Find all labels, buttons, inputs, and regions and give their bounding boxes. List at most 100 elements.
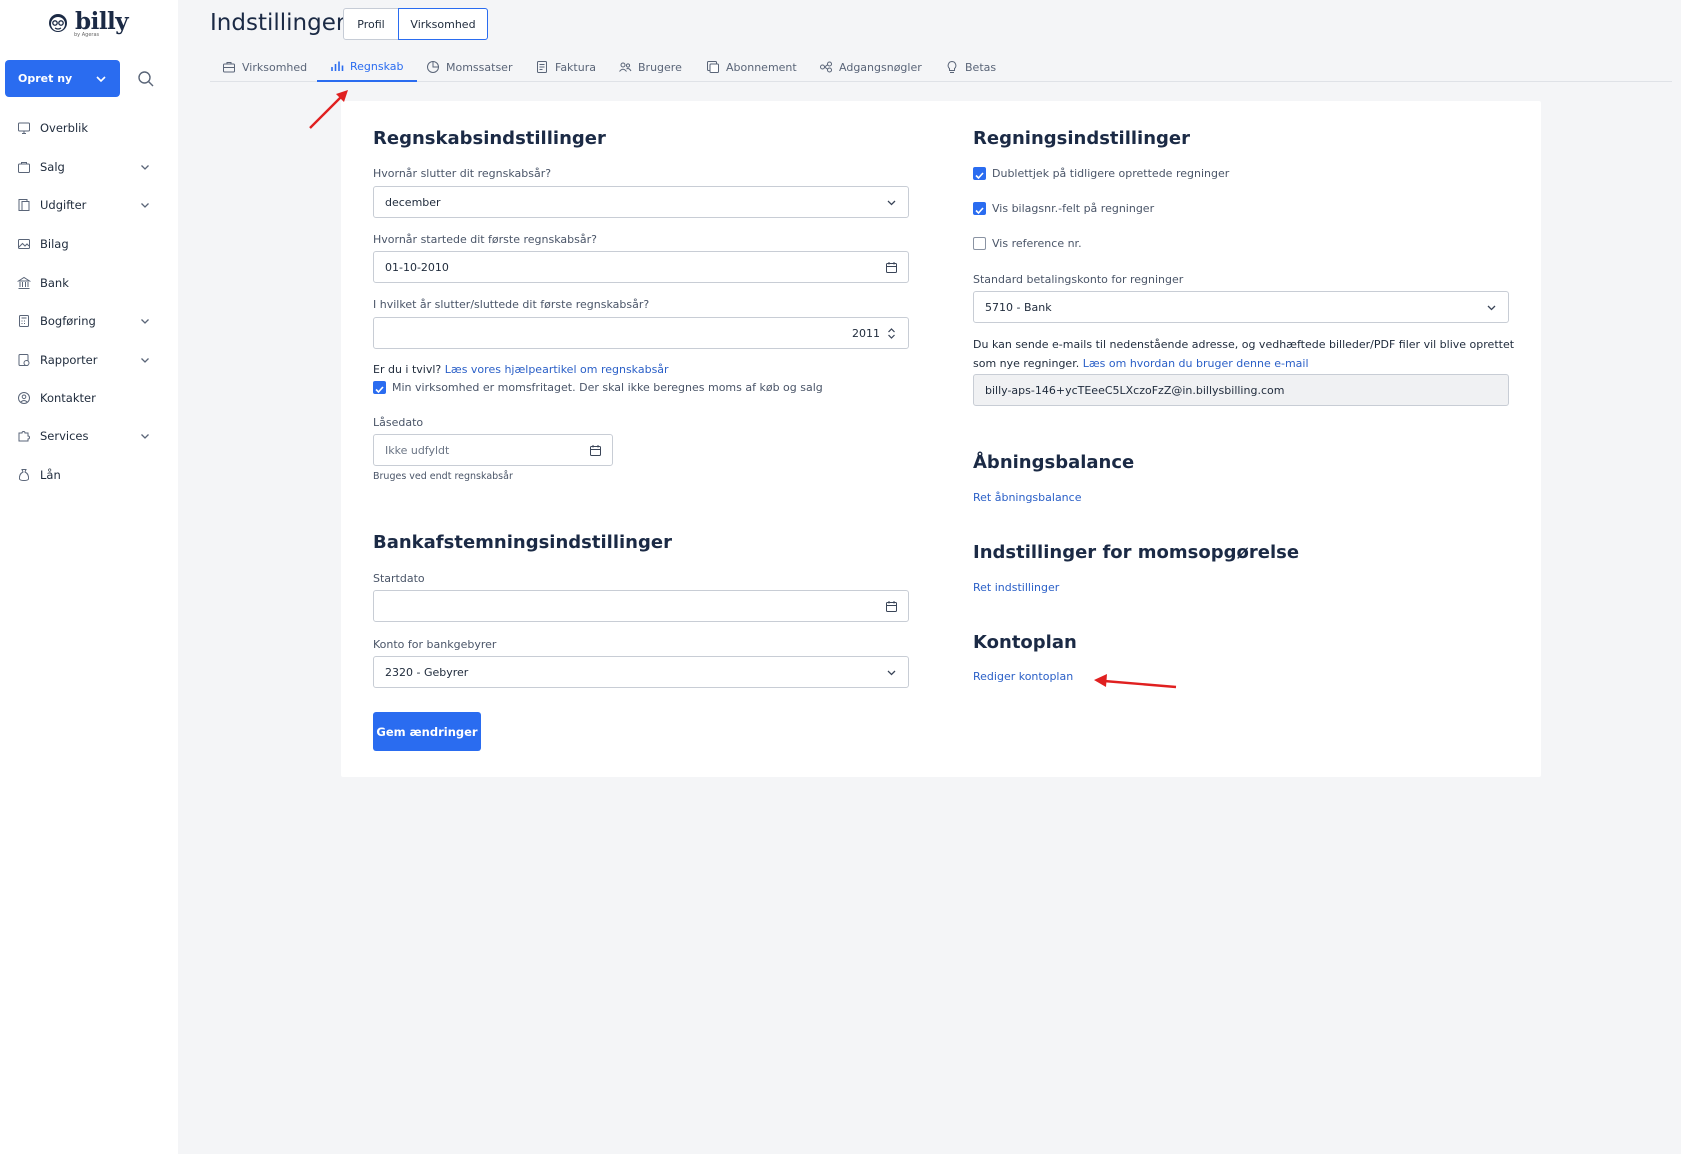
tab-virksomhed[interactable]: Virksomhed: [222, 52, 307, 82]
sidebar-item-label: Overblik: [40, 121, 89, 135]
sidebar-item-udgifter[interactable]: Udgifter: [0, 190, 170, 220]
sidebar-item-bank[interactable]: Bank: [0, 268, 170, 298]
tab-label: Regnskab: [350, 59, 404, 73]
document-icon: [537, 61, 547, 73]
tab-label: Brugere: [638, 60, 682, 74]
lock-date-label: Låsedato: [373, 416, 424, 429]
sidebar-item-rapporter[interactable]: Rapporter: [0, 345, 170, 375]
lock-date-input[interactable]: Ikke udfyldt: [373, 434, 613, 466]
tab-label: Virksomhed: [242, 60, 308, 74]
first-end-label: I hvilket år slutter/sluttede dit første…: [373, 298, 650, 311]
first-start-date-input[interactable]: 01-10-2010: [373, 251, 909, 283]
reference-number-label: Vis reference nr.: [992, 237, 1082, 250]
email-help-link[interactable]: Læs om hvordan du bruger denne e-mail: [1083, 357, 1309, 370]
tab-faktura[interactable]: Faktura: [535, 52, 596, 82]
bulb-icon: [947, 60, 957, 73]
sidebar-item-bogforing[interactable]: Bogføring: [0, 306, 170, 336]
bank-start-date-input[interactable]: [373, 590, 909, 622]
shop-icon: [18, 162, 30, 173]
sidebar-item-label: Kontakter: [40, 391, 96, 405]
receipt-icon: [18, 199, 30, 211]
vat-exempt-label: Min virksomhed er momsfritaget. Der skal…: [392, 381, 823, 394]
chevron-down-icon: [141, 358, 149, 363]
tab-label: Betas: [965, 60, 997, 74]
users-icon: [619, 62, 632, 72]
chart-of-accounts-title: Kontoplan: [973, 632, 1077, 653]
calendar-icon[interactable]: [885, 600, 898, 613]
doubt-text: Er du i tvivl?: [373, 363, 442, 376]
help-article-link[interactable]: Læs vores hjælpeartikel om regnskabsår: [445, 363, 669, 376]
sidebar-item-salg[interactable]: Salg: [0, 152, 170, 182]
vat-exempt-checkbox[interactable]: [373, 381, 386, 394]
sidebar-item-laan[interactable]: Lån: [0, 460, 170, 490]
tab-label: Faktura: [555, 60, 596, 74]
edit-chart-of-accounts-link[interactable]: Rediger kontoplan: [973, 670, 1073, 683]
duplicate-check-checkbox[interactable]: [973, 167, 986, 180]
logo-text: billy: [75, 8, 129, 35]
tab-regnskab[interactable]: Regnskab: [317, 52, 417, 82]
stepper-arrows-icon[interactable]: [885, 327, 898, 340]
bank-icon: [17, 276, 31, 289]
chevron-down-icon: [141, 165, 149, 170]
email-info-text: som nye regninger.: [973, 357, 1080, 370]
voucher-number-label: Vis bilagsnr.-felt på regninger: [992, 202, 1155, 215]
edit-opening-balance-link[interactable]: Ret åbningsbalance: [973, 491, 1081, 504]
check-icon: [375, 386, 384, 394]
sidebar-item-kontakter[interactable]: Kontakter: [0, 383, 170, 413]
create-new-label: Opret ny: [18, 72, 73, 85]
edit-vat-settings-link[interactable]: Ret indstillinger: [973, 581, 1059, 594]
calendar-icon[interactable]: [885, 261, 898, 274]
tab-betas[interactable]: Betas: [945, 52, 996, 82]
save-button[interactable]: Gem ændringer: [373, 712, 481, 751]
chevron-down-icon: [1487, 305, 1496, 311]
first-end-value: 2011: [852, 326, 880, 340]
year-end-value: december: [385, 195, 441, 209]
bank-fee-label: Konto for bankgebyrer: [373, 638, 497, 651]
bar-chart-icon: [331, 61, 344, 71]
sidebar-item-label: Udgifter: [40, 198, 87, 212]
vat-report-settings-title: Indstillinger for momsopgørelse: [973, 542, 1300, 563]
search-icon[interactable]: [137, 70, 155, 88]
sidebar-item-label: Bank: [40, 276, 69, 290]
chevron-down-icon: [141, 319, 149, 324]
tab-abonnement[interactable]: Abonnement: [706, 52, 797, 82]
key-icon: [820, 61, 832, 73]
sidebar-item-label: Rapporter: [40, 353, 98, 367]
segment-profil[interactable]: Profil: [343, 8, 399, 40]
sidebar-item-services[interactable]: Services: [0, 421, 170, 451]
tab-label: Adgangsnøgler: [839, 60, 922, 74]
sidebar-item-label: Salg: [40, 160, 65, 174]
bank-fee-select[interactable]: 2320 - Gebyrer: [373, 656, 909, 688]
sidebar-item-overblik[interactable]: Overblik: [0, 113, 170, 143]
voucher-number-checkbox[interactable]: [973, 202, 986, 215]
chevron-down-icon: [96, 75, 106, 82]
annotation-arrow-tab: [309, 90, 348, 129]
sidebar-item-label: Services: [40, 429, 89, 443]
logo-subtitle: by Ageras: [74, 32, 100, 38]
tab-momssatser[interactable]: Momssatser: [426, 52, 512, 82]
briefcase-icon: [223, 62, 235, 73]
calculator-icon: [19, 315, 29, 327]
duplicate-check-label: Dublettjek på tidligere oprettede regnin…: [992, 167, 1230, 180]
year-end-select[interactable]: december: [373, 186, 909, 218]
calendar-icon[interactable]: [589, 444, 602, 457]
tab-label: Abonnement: [726, 60, 797, 74]
puzzle-icon: [18, 431, 30, 442]
payment-account-select[interactable]: 5710 - Bank: [973, 291, 1509, 323]
tab-adgangsnoegler[interactable]: Adgangsnøgler: [819, 52, 922, 82]
bill-email-field[interactable]: billy-aps-146+ycTEeeC5LXczoFzZ@in.billys…: [973, 374, 1509, 406]
billy-mascot-icon: [49, 13, 67, 32]
pie-icon: [427, 61, 439, 73]
tab-brugere[interactable]: Brugere: [618, 52, 682, 82]
sidebar-item-bilag[interactable]: Bilag: [0, 229, 170, 259]
logo[interactable]: billy: [46, 8, 129, 35]
bank-settings-title: Bankafstemningsindstillinger: [373, 532, 672, 553]
create-new-button[interactable]: Opret ny: [5, 60, 120, 97]
accounting-settings-title: Regnskabsindstillinger: [373, 128, 606, 149]
segment-virksomhed[interactable]: Virksomhed: [398, 8, 488, 40]
check-icon: [975, 172, 984, 180]
first-start-value: 01-10-2010: [385, 260, 449, 274]
copy-icon: [707, 61, 719, 73]
first-end-year-stepper[interactable]: 2011: [373, 317, 909, 349]
reference-number-checkbox[interactable]: [973, 237, 986, 250]
